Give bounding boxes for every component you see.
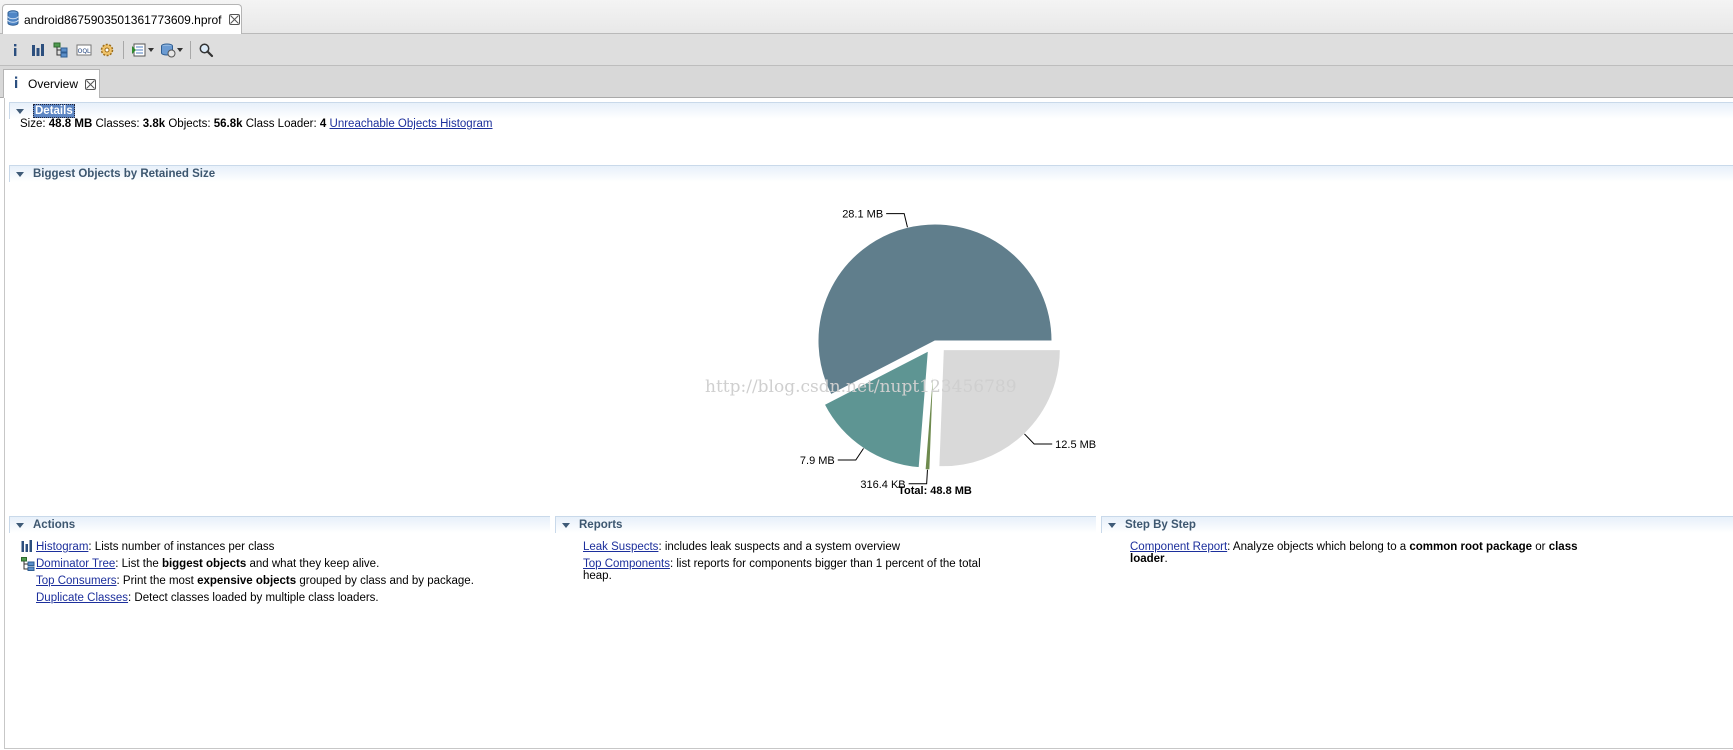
histogram-icon[interactable]	[29, 41, 47, 59]
action-description: : Detect classes loaded by multiple clas…	[128, 592, 379, 604]
histogram-icon	[21, 540, 35, 554]
objects-label: Objects:	[168, 118, 211, 130]
dominator-tree-icon	[21, 557, 35, 571]
step-description: : Analyze objects which belong to a	[1227, 541, 1410, 553]
toolbar-separator	[190, 40, 191, 59]
overview-content: Details Size: 48.8 MB Classes: 3.8k Obje…	[4, 98, 1733, 748]
oql-icon[interactable]: OQL	[75, 41, 93, 59]
details-row: Size: 48.8 MB Classes: 3.8k Objects: 56.…	[20, 118, 493, 130]
toolbar: OQL	[0, 34, 1733, 66]
size-value: 48.8 MB	[48, 118, 93, 130]
editor-tab-hprof[interactable]: android8675903501361773609.hprof	[2, 4, 242, 34]
step-emphasis: common root package	[1409, 541, 1533, 553]
collapse-triangle-icon[interactable]	[1108, 522, 1116, 528]
close-icon[interactable]	[85, 78, 97, 90]
size-label: Size:	[20, 118, 46, 130]
report-description: : includes leak suspects and a system ov…	[658, 541, 901, 553]
heap-dump-details-icon[interactable]	[98, 41, 116, 59]
step-emphasis: class	[1548, 541, 1578, 553]
inner-tab-bar: Overview	[0, 66, 1733, 98]
actions-section-header[interactable]: Actions	[9, 516, 550, 533]
action-top-consumers: Top Consumers: Print the most expensive …	[36, 575, 474, 587]
top-components-link[interactable]: Top Components	[583, 558, 670, 570]
component-report-link[interactable]: Component Report	[1130, 541, 1227, 553]
close-icon[interactable]	[228, 14, 240, 25]
action-histogram: Histogram: Lists number of instances per…	[36, 541, 274, 553]
class-loader-value: 4	[319, 118, 327, 130]
report-description: : list reports for components bigger tha…	[669, 558, 981, 570]
step-component-report-wrap: loader.	[1130, 553, 1168, 565]
report-description-tail: heap.	[583, 570, 612, 582]
chevron-down-icon[interactable]	[176, 47, 183, 52]
details-section-header[interactable]: Details	[9, 102, 1733, 119]
bottom-border	[4, 748, 1733, 749]
step-emphasis: loader	[1130, 553, 1165, 565]
objects-value: 56.8k	[213, 118, 243, 130]
search-icon[interactable]	[197, 41, 215, 59]
step-by-step-section-header[interactable]: Step By Step	[1101, 516, 1733, 533]
step-description-mid: or	[1532, 541, 1549, 553]
action-description: : List the	[115, 558, 162, 570]
toolbar-separator	[123, 40, 124, 59]
heap-dump-icon	[7, 10, 19, 29]
classes-label: Classes:	[95, 118, 140, 130]
reports-section-header[interactable]: Reports	[555, 516, 1096, 533]
chevron-down-icon[interactable]	[147, 47, 154, 52]
details-title: Details	[33, 104, 75, 118]
report-top-components-wrap: heap.	[583, 570, 612, 582]
dominator-tree-link[interactable]: Dominator Tree	[36, 558, 115, 570]
duplicate-classes-link[interactable]: Duplicate Classes	[36, 592, 128, 604]
action-dominator-tree: Dominator Tree: List the biggest objects…	[36, 558, 379, 570]
leak-suspects-link[interactable]: Leak Suspects	[583, 541, 658, 553]
action-description: : Lists number of instances per class	[88, 541, 275, 553]
query-browser-icon[interactable]	[159, 41, 183, 59]
editor-tab-label: android8675903501361773609.hprof	[24, 12, 222, 27]
step-component-report: Component Report: Analyze objects which …	[1130, 541, 1577, 553]
top-consumers-link[interactable]: Top Consumers	[36, 575, 117, 587]
action-description: : Print the most	[116, 575, 198, 587]
run-report-icon[interactable]	[130, 41, 154, 59]
biggest-objects-section-header[interactable]: Biggest Objects by Retained Size	[9, 165, 1733, 182]
svg-text:OQL: OQL	[78, 48, 91, 55]
step-by-step-title: Step By Step	[1125, 519, 1196, 531]
report-leak-suspects: Leak Suspects: includes leak suspects an…	[583, 541, 900, 553]
collapse-triangle-icon[interactable]	[16, 171, 24, 177]
classes-value: 3.8k	[142, 118, 166, 130]
action-emphasis: expensive objects	[197, 575, 297, 587]
action-duplicate-classes: Duplicate Classes: Detect classes loaded…	[36, 592, 379, 604]
collapse-triangle-icon[interactable]	[16, 522, 24, 528]
action-description-tail: and what they keep alive.	[246, 558, 380, 570]
action-emphasis: biggest objects	[161, 558, 247, 570]
tab-overview-label: Overview	[28, 77, 79, 91]
biggest-objects-title: Biggest Objects by Retained Size	[33, 168, 216, 180]
class-loader-label: Class Loader:	[245, 118, 317, 130]
report-top-components: Top Components: list reports for compone…	[583, 558, 981, 570]
dominator-tree-icon[interactable]	[52, 41, 70, 59]
step-description-end: .	[1164, 553, 1168, 565]
tab-overview[interactable]: Overview	[3, 69, 100, 98]
collapse-triangle-icon[interactable]	[16, 108, 24, 114]
action-description-tail: grouped by class and by package.	[296, 575, 474, 587]
editor-tab-bar: android8675903501361773609.hprof	[0, 0, 1733, 34]
histogram-link[interactable]: Histogram	[36, 541, 88, 553]
collapse-triangle-icon[interactable]	[562, 522, 570, 528]
info-icon[interactable]	[6, 41, 24, 59]
unreachable-objects-histogram-link[interactable]: Unreachable Objects Histogram	[330, 118, 493, 130]
info-icon	[12, 76, 20, 92]
actions-title: Actions	[33, 519, 76, 531]
reports-title: Reports	[579, 519, 623, 531]
